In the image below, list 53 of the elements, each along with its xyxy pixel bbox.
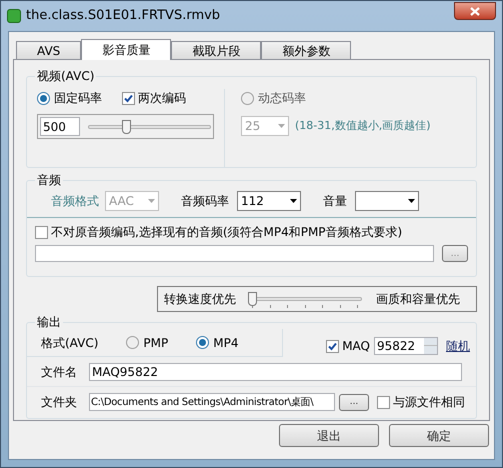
caret-icon xyxy=(278,124,285,128)
checkbox-label: MAQ xyxy=(342,338,370,355)
maq-spinner[interactable]: 95822 xyxy=(374,337,438,355)
group-title: 输出 xyxy=(35,314,63,330)
radio-button[interactable] xyxy=(241,92,254,104)
dialog-button[interactable]: 退出 xyxy=(279,424,379,447)
tab[interactable]: AVS xyxy=(16,41,82,59)
field-label: 文件名 xyxy=(41,364,77,380)
field-label: 音频码率 xyxy=(181,193,229,210)
random-link[interactable]: 随机 xyxy=(446,337,470,355)
bitrate-input[interactable]: 500 xyxy=(40,117,80,136)
filename-input[interactable]: MAQ95822 xyxy=(89,362,462,380)
dropdown[interactable]: 112 xyxy=(237,191,301,211)
tab[interactable]: 影音质量 xyxy=(81,39,172,60)
caret-icon xyxy=(290,199,297,203)
radio-label: MP4 xyxy=(213,334,238,352)
close-button[interactable] xyxy=(454,2,496,20)
checkbox[interactable] xyxy=(326,340,340,352)
field-label: 音量 xyxy=(323,193,347,210)
checkbox[interactable] xyxy=(122,92,135,104)
group-title: 音频 xyxy=(35,172,63,188)
checkbox-label: 不对原音频编码,选择现有的音频(须符合MP4和PMP音频格式要求) xyxy=(51,224,402,241)
close-icon xyxy=(470,6,480,16)
field-label: 音频格式 xyxy=(51,193,99,210)
window-title: the.class.S01E01.FRTVS.rmvb xyxy=(26,7,220,26)
audio-file-input[interactable] xyxy=(35,245,434,262)
caret-icon xyxy=(148,199,155,203)
field-label: 文件夹 xyxy=(41,394,77,411)
app-icon xyxy=(7,9,21,23)
radio-label: 动态码率 xyxy=(258,90,306,107)
dropdown[interactable] xyxy=(355,191,419,211)
slider-label: 画质和容量优先 xyxy=(376,291,460,308)
tab[interactable]: 额外参数 xyxy=(261,41,352,59)
slider-thumb[interactable] xyxy=(122,120,132,134)
group-title: 视频(AVC) xyxy=(35,68,96,84)
hint-text: (18-31,数值越小,画质越佳) xyxy=(295,118,431,134)
browse-button[interactable]: ... xyxy=(339,394,369,410)
radio-button[interactable] xyxy=(196,336,210,349)
radio-label: 固定码率 xyxy=(54,90,102,107)
folder-input[interactable]: C:\Documents and Settings\Administrator\桌面\ xyxy=(89,393,335,411)
slider-thumb[interactable] xyxy=(248,292,257,306)
field-label: 格式(AVC) xyxy=(41,334,98,352)
checkbox-label: 与源文件相同 xyxy=(393,394,465,411)
radio-button[interactable] xyxy=(37,92,50,104)
dialog-button[interactable]: 确定 xyxy=(389,424,489,447)
checkbox[interactable] xyxy=(35,226,48,238)
tab[interactable]: 截取片段 xyxy=(171,41,262,59)
radio-button[interactable] xyxy=(126,336,140,349)
radio-label: PMP xyxy=(143,334,168,352)
checkbox[interactable] xyxy=(377,396,390,408)
caret-icon xyxy=(408,199,415,203)
slider-label: 转换速度优先 xyxy=(164,291,236,308)
checkbox-label: 两次编码 xyxy=(138,90,186,107)
